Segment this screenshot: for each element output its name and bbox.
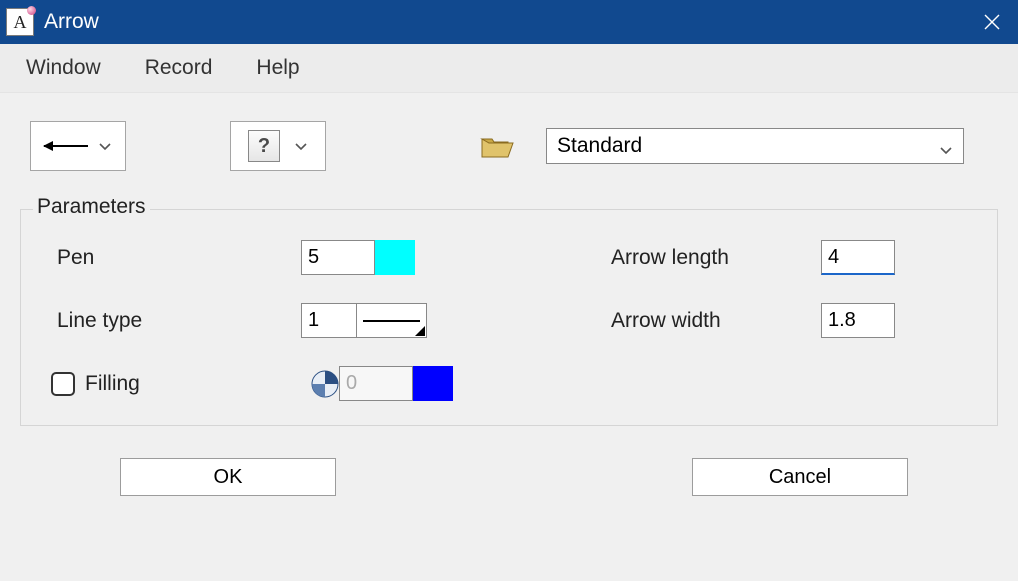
cancel-button-label: Cancel <box>769 466 831 489</box>
folder-open-icon[interactable] <box>480 133 514 159</box>
menubar: Window Record Help <box>0 44 1018 93</box>
ok-button[interactable]: OK <box>120 458 336 496</box>
menu-help[interactable]: Help <box>248 50 307 86</box>
app-icon-bead <box>27 6 36 15</box>
chevron-down-icon <box>294 139 308 153</box>
pie-chart-icon[interactable] <box>311 370 339 398</box>
linetype-label: Line type <box>51 309 301 333</box>
arrow-width-label: Arrow width <box>561 309 821 333</box>
help-dropdown[interactable]: ? <box>230 121 326 171</box>
menu-window[interactable]: Window <box>18 50 109 86</box>
arrow-style-dropdown[interactable] <box>30 121 126 171</box>
arrow-width-input[interactable] <box>821 303 895 338</box>
pen-color-swatch[interactable] <box>375 240 415 275</box>
linetype-preview[interactable] <box>357 303 427 338</box>
filling-label: Filling <box>85 372 140 396</box>
menu-record[interactable]: Record <box>137 50 221 86</box>
filling-checkbox[interactable] <box>51 372 75 396</box>
button-row: OK Cancel <box>0 426 1018 496</box>
pen-label: Pen <box>51 246 301 270</box>
app-icon-letter: A <box>14 12 27 33</box>
parameters-group: Parameters Pen Arrow length Line type Ar… <box>20 209 998 426</box>
app-icon: A <box>6 8 34 36</box>
ok-button-label: OK <box>214 466 243 489</box>
arrow-left-icon <box>44 145 88 147</box>
arrow-length-label: Arrow length <box>561 246 821 270</box>
toolbar: ? Standard <box>0 93 1018 199</box>
group-title: Parameters <box>33 195 150 219</box>
chevron-down-icon <box>98 139 112 153</box>
filling-color-swatch[interactable] <box>413 366 453 401</box>
preset-combo[interactable]: Standard <box>546 128 964 164</box>
question-icon: ? <box>248 130 280 162</box>
arrow-length-input[interactable] <box>821 240 895 275</box>
chevron-down-icon <box>939 139 953 153</box>
pen-input[interactable] <box>301 240 375 275</box>
preset-combo-label: Standard <box>557 134 642 158</box>
cancel-button[interactable]: Cancel <box>692 458 908 496</box>
filling-input <box>339 366 413 401</box>
linetype-input[interactable] <box>301 303 357 338</box>
close-button[interactable] <box>966 0 1018 44</box>
window-title: Arrow <box>44 10 99 34</box>
titlebar: A Arrow <box>0 0 1018 44</box>
close-icon <box>984 14 1000 30</box>
